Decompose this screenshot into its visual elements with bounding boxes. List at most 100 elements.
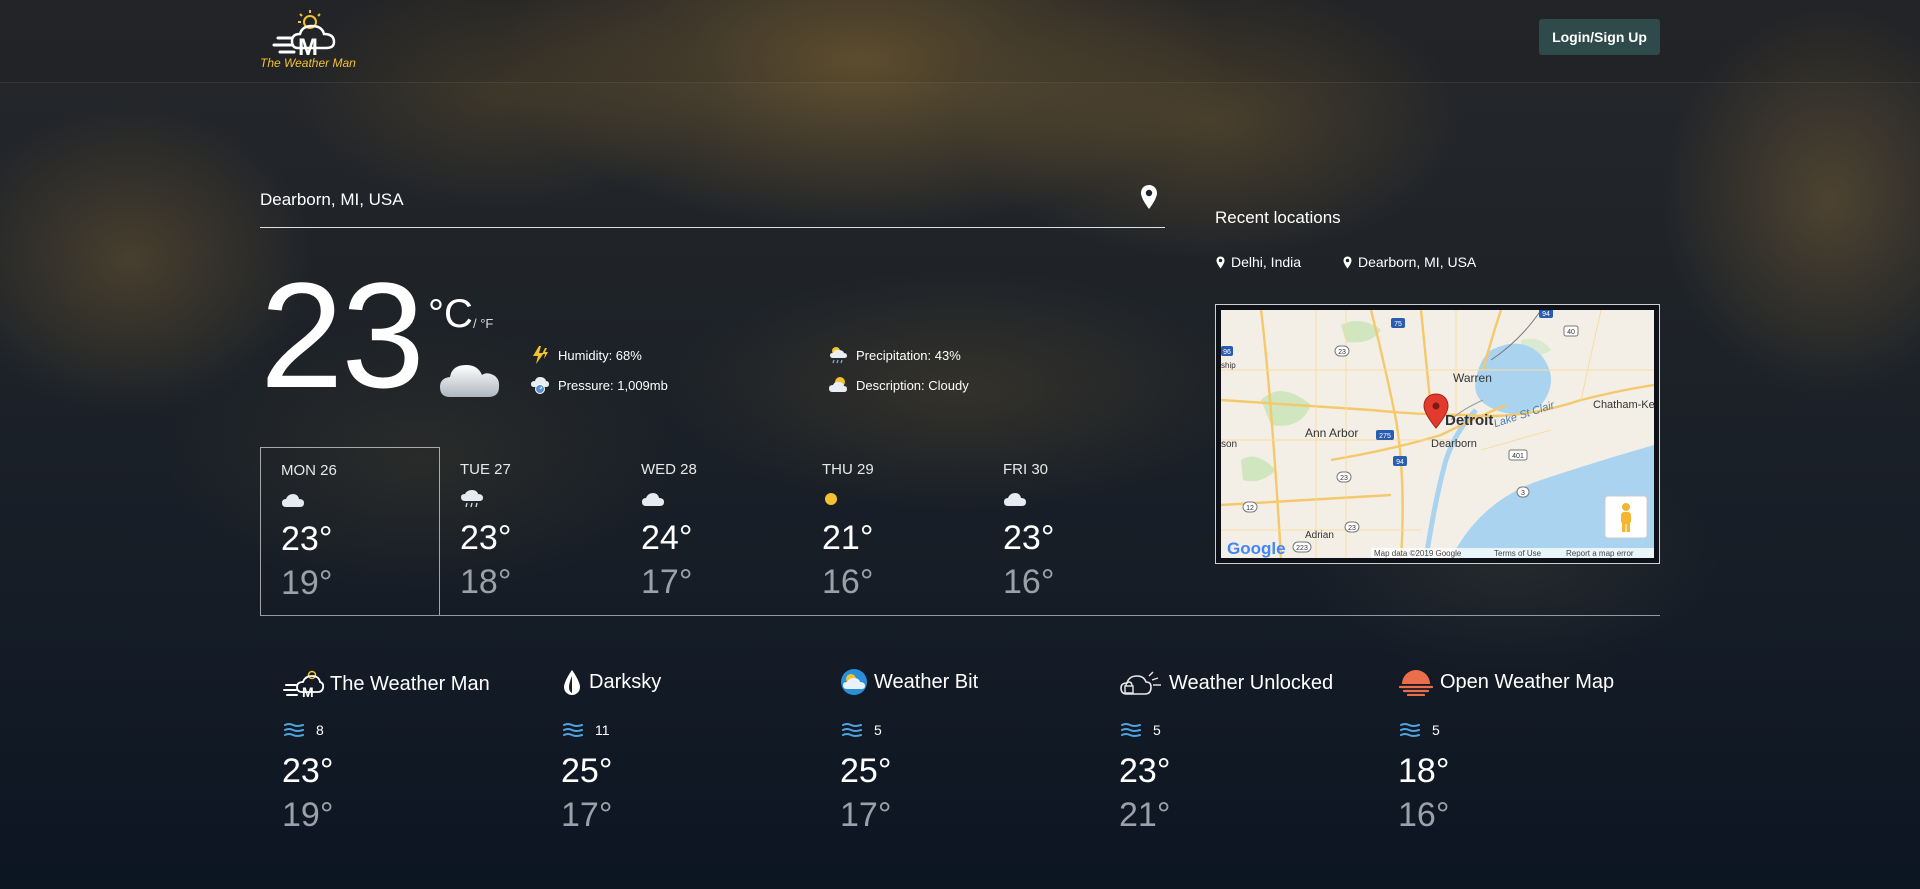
location-pin-icon[interactable] (1140, 184, 1158, 210)
source-high-temp: 18° (1398, 752, 1450, 790)
map-label-warren: Warren (1453, 371, 1492, 385)
source-name: The Weather Man (330, 672, 490, 695)
wind-speed: 5 (1153, 722, 1161, 738)
recent-locations-title: Recent locations (1215, 208, 1341, 227)
lightning-icon (533, 346, 548, 364)
map-label-detroit: Detroit (1445, 412, 1493, 429)
precipitation-stat: Precipitation: 43% (828, 345, 961, 365)
sun-icon (825, 493, 837, 505)
search-underline (260, 227, 1165, 228)
forecast-day-card[interactable]: FRI 30 23° 16° (983, 447, 1163, 615)
description-stat: Description: Cloudy (828, 375, 969, 395)
wind-icon (563, 723, 583, 737)
source-name: Weather Bit (874, 670, 979, 693)
map-road-label: 40 (1567, 329, 1575, 336)
location-search-input[interactable]: Dearborn, MI, USA (260, 190, 404, 210)
forecast-high-temp: 23° (460, 519, 512, 557)
forecast-high-temp: 23° (1003, 519, 1055, 557)
map-label-son: son (1221, 439, 1237, 450)
recent-location-label: Dearborn, MI, USA (1358, 254, 1477, 270)
map-road-label: 401 (1512, 453, 1524, 460)
sun-rain-icon (830, 347, 847, 364)
source-high-temp: 23° (1119, 752, 1171, 790)
source-card[interactable]: Darksky 11 25° 17° (561, 668, 831, 848)
source-name: Open Weather Map (1440, 670, 1615, 693)
location-map[interactable]: 75 23 96 275 94 23 12 401 3 23 40 94 223… (1221, 310, 1654, 558)
map-road-label: 275 (1379, 433, 1391, 440)
forecast-day-label: TUE 27 (460, 461, 511, 478)
description-text: Description: Cloudy (856, 377, 969, 393)
login-signup-button[interactable]: Login/Sign Up (1539, 19, 1660, 55)
precipitation-text: Precipitation: 43% (856, 347, 961, 363)
svg-text:M: M (302, 684, 314, 700)
wind-speed: 5 (1432, 722, 1440, 738)
source-name: Darksky (589, 670, 662, 693)
location-pin-icon (1216, 256, 1225, 268)
cloud-icon (642, 493, 664, 506)
map-road-label: 75 (1394, 321, 1402, 328)
map-attribution: Map data ©2019 Google (1374, 549, 1462, 558)
forecast-low-temp: 19° (281, 564, 333, 602)
forecast-day-label: FRI 30 (1003, 461, 1049, 478)
wind-speed: 8 (316, 722, 324, 738)
wind-speed: 11 (595, 722, 610, 738)
source-name: Weather Unlocked (1169, 671, 1334, 694)
map-road-label: 23 (1338, 349, 1346, 356)
map-label-dearborn: Dearborn (1431, 438, 1477, 450)
source-card[interactable]: Open Weather Map 5 18° 16° (1398, 668, 1668, 848)
forecast-low-temp: 16° (822, 563, 874, 601)
recent-location-item[interactable]: Dearborn, MI, USA (1343, 254, 1476, 270)
source-low-temp: 16° (1398, 796, 1450, 834)
pressure-stat: Pressure: 1,009mb (530, 375, 668, 395)
weather-man-logo-icon: M (283, 670, 324, 700)
unit-fahrenheit-toggle[interactable]: / °F (473, 316, 493, 331)
weatherbit-logo-icon (841, 669, 867, 695)
forecast-high-temp: 24° (641, 519, 693, 557)
unit-celsius-toggle[interactable]: °C (428, 292, 473, 337)
map-label-ship: ship (1221, 361, 1236, 370)
map-road-label: 23 (1340, 475, 1348, 482)
wind-icon (842, 723, 862, 737)
forecast-high-temp: 23° (281, 520, 333, 558)
darksky-logo-icon (564, 670, 580, 695)
pressure-icon (531, 377, 549, 394)
map-road-label: 94 (1396, 459, 1404, 466)
forecast-day-card[interactable]: TUE 27 23° 18° (440, 447, 620, 615)
map-label-ann-arbor: Ann Arbor (1305, 426, 1358, 440)
source-low-temp: 17° (840, 796, 892, 834)
source-card[interactable]: Weather Bit 5 25° 17° (840, 668, 1110, 848)
humidity-text: Humidity: 68% (558, 347, 642, 363)
recent-location-item[interactable]: Delhi, India (1216, 254, 1301, 270)
wind-speed: 5 (874, 722, 882, 738)
forecast-day-card[interactable]: THU 29 21° 16° (802, 447, 982, 615)
weather-unlocked-logo-icon (1120, 671, 1161, 695)
wind-icon (284, 723, 304, 737)
map-road-label: 96 (1223, 349, 1231, 356)
cloud-icon (282, 494, 304, 507)
location-pin-icon (1343, 256, 1352, 268)
source-low-temp: 17° (561, 796, 613, 834)
map-label-chatham: Chatham-Kent (1593, 399, 1654, 411)
forecast-day-card[interactable]: WED 28 24° 17° (621, 447, 801, 615)
current-temperature: 23 (260, 251, 425, 419)
partly-cloudy-icon (829, 377, 847, 392)
recent-location-label: Delhi, India (1231, 254, 1302, 270)
source-high-temp: 23° (282, 752, 334, 790)
wind-icon (1121, 723, 1141, 737)
map-road-label: 3 (1521, 490, 1525, 497)
source-card[interactable]: Weather Unlocked 5 23° 21° (1119, 668, 1389, 848)
rain-cloud-icon (461, 490, 483, 508)
map-road-label: 23 (1348, 525, 1356, 532)
map-label-adrian: Adrian (1305, 530, 1334, 541)
forecast-low-temp: 16° (1003, 563, 1055, 601)
forecast-day-label: THU 29 (822, 461, 874, 478)
map-report-link: Report a map error (1566, 549, 1634, 558)
source-card[interactable]: M The Weather Man 8 23° 19° (282, 668, 552, 848)
google-logo: Google (1227, 539, 1286, 558)
forecast-day-label: MON 26 (281, 462, 337, 479)
logo-text: The Weather Man (260, 56, 356, 70)
source-high-temp: 25° (561, 752, 613, 790)
pressure-text: Pressure: 1,009mb (558, 377, 668, 393)
forecast-day-card[interactable]: MON 26 23° 19° (260, 447, 440, 615)
cloud-icon (1004, 493, 1026, 506)
